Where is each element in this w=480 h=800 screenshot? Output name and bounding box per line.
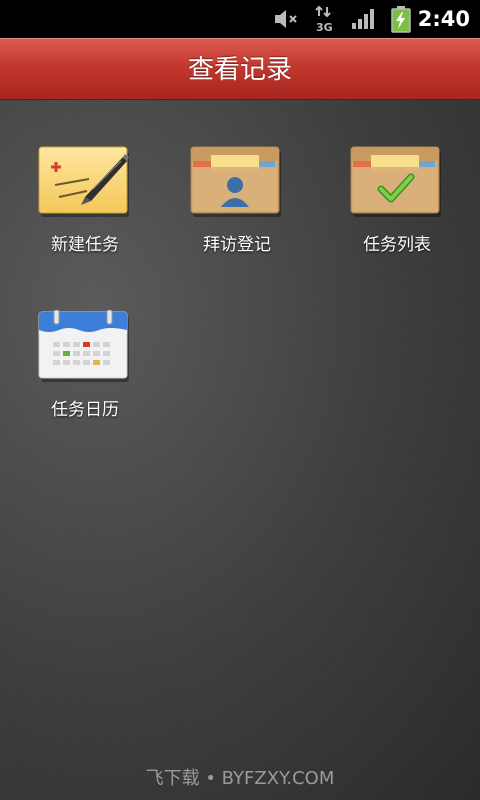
task-list-button[interactable]: 任务列表 — [322, 142, 472, 272]
new-task-icon — [35, 142, 135, 224]
new-task-button[interactable]: 新建任务 — [10, 142, 160, 272]
battery-charging-icon — [390, 0, 412, 38]
task-calendar-label: 任务日历 — [51, 400, 119, 420]
task-calendar-button[interactable]: 任务日历 — [10, 307, 160, 437]
status-bar: 3G 2:40 — [0, 0, 480, 38]
page-title: 查看记录 — [187, 55, 292, 85]
visit-register-button[interactable]: 拜访登记 — [162, 142, 312, 272]
signal-icon — [350, 0, 378, 38]
task-list-icon — [347, 142, 447, 224]
title-bar: 查看记录 — [0, 38, 480, 100]
new-task-label: 新建任务 — [51, 235, 119, 255]
task-calendar-icon — [35, 307, 135, 389]
network-type-label: 3G — [316, 21, 333, 33]
status-time: 2:40 — [417, 7, 470, 31]
mute-icon — [272, 0, 302, 38]
data-3g-icon: 3G — [312, 0, 338, 38]
visit-register-icon — [187, 142, 287, 224]
visit-register-label: 拜访登记 — [203, 235, 271, 255]
content-area: 新建任务 拜访登记 任务列表 任务日历 飞下载 • BYFZXY.COM — [0, 100, 480, 800]
task-list-label: 任务列表 — [363, 235, 431, 255]
watermark-text: 飞下载 • BYFZXY.COM — [145, 768, 335, 789]
